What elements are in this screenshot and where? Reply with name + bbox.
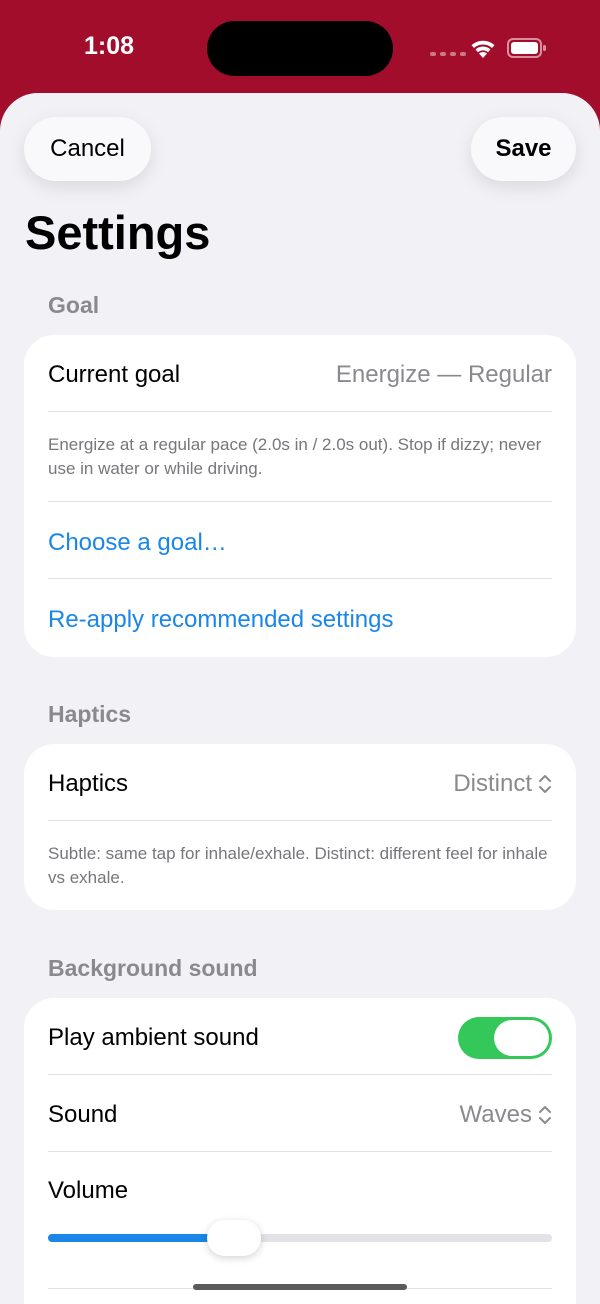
divider	[48, 1074, 552, 1075]
chevron-up-down-icon	[539, 1106, 551, 1124]
ambient-sound-label: Play ambient sound	[48, 1024, 259, 1051]
reapply-row[interactable]: Re-apply recommended settings	[48, 598, 552, 642]
current-goal-row: Current goal Energize — Regular	[48, 353, 552, 397]
slider-thumb[interactable]	[207, 1220, 262, 1256]
divider	[48, 820, 552, 821]
chevron-up-down-icon	[539, 775, 551, 793]
haptics-label: Haptics	[48, 770, 129, 797]
ambient-sound-row: Play ambient sound	[48, 1016, 552, 1060]
toggle-knob	[494, 1020, 549, 1056]
volume-slider[interactable]	[48, 1220, 552, 1256]
home-indicator	[193, 1284, 407, 1290]
choose-goal-link[interactable]: Choose a goal…	[48, 529, 227, 557]
divider	[48, 501, 552, 502]
cellular-signal-icon	[430, 52, 466, 56]
wifi-icon	[471, 40, 495, 58]
sound-label: Sound	[48, 1101, 118, 1128]
divider	[48, 411, 552, 412]
sound-row[interactable]: Sound Waves	[48, 1093, 552, 1137]
choose-goal-row[interactable]: Choose a goal…	[48, 521, 552, 565]
sound-value: Waves	[459, 1101, 532, 1128]
dynamic-island	[207, 21, 393, 76]
section-header-background-sound: Background sound	[48, 955, 258, 981]
current-goal-value: Energize — Regular	[335, 361, 552, 388]
goal-card: Current goal Energize — Regular Energize…	[24, 335, 576, 657]
haptics-description: Subtle: same tap for inhale/exhale. Dist…	[48, 844, 548, 887]
ambient-sound-toggle[interactable]	[458, 1017, 552, 1059]
reapply-recommended-link[interactable]: Re-apply recommended settings	[48, 606, 394, 634]
divider	[48, 1151, 552, 1152]
divider	[48, 578, 552, 579]
sound-picker[interactable]: Waves	[460, 1101, 552, 1129]
volume-row: Volume	[48, 1169, 552, 1213]
haptics-row[interactable]: Haptics Distinct	[48, 762, 552, 806]
volume-label: Volume	[48, 1177, 129, 1204]
sound-card: Play ambient sound Sound Waves Volume	[24, 998, 576, 1304]
haptics-value: Distinct	[453, 770, 532, 797]
cancel-button[interactable]: Cancel	[24, 117, 151, 181]
save-button[interactable]: Save	[471, 117, 576, 181]
current-goal-label: Current goal	[48, 361, 181, 388]
page-title: Settings	[25, 206, 211, 259]
goal-description: Energize at a regular pace (2.0s in / 2.…	[48, 435, 542, 478]
battery-icon	[507, 38, 546, 58]
section-header-haptics: Haptics	[48, 701, 132, 727]
section-header-goal: Goal	[48, 292, 100, 318]
settings-sheet: Cancel Save Settings Goal Current goal E…	[0, 93, 600, 1304]
status-time: 1:08	[84, 32, 135, 60]
haptics-card: Haptics Distinct Subtle: same tap for in…	[24, 744, 576, 910]
status-bar: 1:08	[0, 0, 600, 95]
haptics-picker[interactable]: Distinct	[453, 770, 552, 798]
